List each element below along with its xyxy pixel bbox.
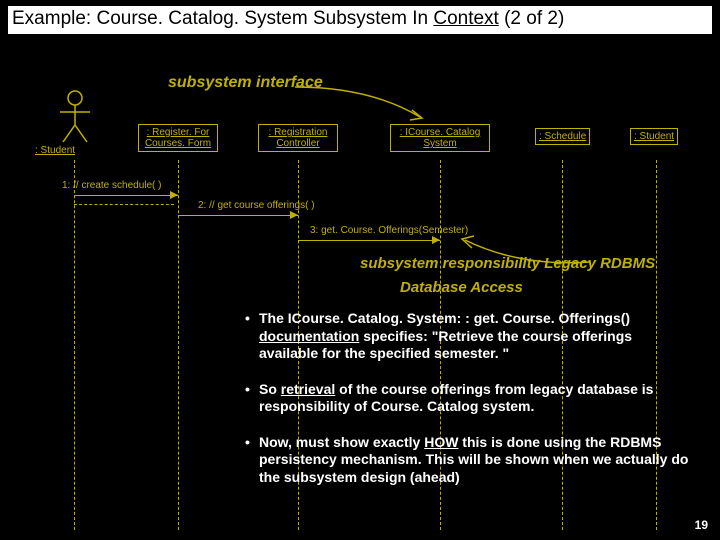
message-1-return [74,204,174,205]
bullet-1: The ICourse. Catalog. System: : get. Cou… [245,310,690,363]
register-form-box: : Register. ForCourses. Form [138,124,218,152]
registration-controller-label: : RegistrationController [269,127,328,149]
register-form-label: : Register. ForCourses. Form [145,127,211,149]
student-actor-icon [55,90,95,140]
bullet-2-pre: So [259,381,281,397]
responsibility-line-2: Database Access [400,279,523,296]
bullet-list: The ICourse. Catalog. System: : get. Cou… [245,310,690,504]
message-3-label: 3: get. Course. Offerings(Semester) [310,225,468,236]
bullet-1-uword: documentation [259,328,359,344]
bullet-3-pre: Now, must show exactly [259,434,424,450]
lifeline-actor [74,160,75,530]
icourse-catalog-box: : ICourse. CatalogSystem [390,124,490,152]
student-box: : Student [630,128,678,145]
student-actor-label: : Student [35,145,75,156]
message-2-arrowhead [290,211,298,219]
title-suffix: (2 of 2) [499,8,564,29]
bullet-2-uword: retrieval [281,381,335,397]
bullet-3-uword: HOW [424,434,458,450]
message-3-line [298,240,440,241]
student-box-label: : Student [634,131,674,142]
message-1-label: 1: // create schedule( ) [62,180,162,191]
schedule-box: : Schedule [535,128,590,145]
page-number: 19 [695,518,708,532]
message-1-arrowhead [170,191,178,199]
subsystem-interface-arrow [290,82,440,122]
slide-title: Example: Course. Catalog. System Subsyst… [8,6,712,34]
icourse-catalog-label: : ICourse. CatalogSystem [400,127,481,149]
bullet-3: Now, must show exactly HOW this is done … [245,434,690,487]
message-2-line [178,215,298,216]
bullet-2: So retrieval of the course offerings fro… [245,381,690,416]
message-2-label: 2: // get course offerings( ) [198,200,315,211]
schedule-label: : Schedule [539,131,586,142]
responsibility-line-1: subsystem responsibility Legacy RDBMS [360,255,655,272]
message-3-arrowhead [432,236,440,244]
message-1-line [74,195,178,196]
registration-controller-box: : RegistrationController [258,124,338,152]
title-prefix: Example: Course. Catalog. System Subsyst… [12,8,433,29]
bullet-1-pre: The ICourse. Catalog. System: : get. Cou… [259,310,630,326]
title-context: Context [433,8,498,29]
